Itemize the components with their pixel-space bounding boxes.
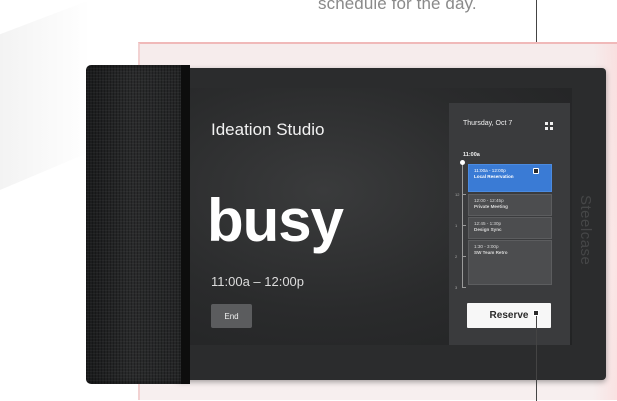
event-title: SW Team Retro [474, 250, 508, 255]
annotation-marker-bottom [533, 310, 539, 316]
fabric-side-panel [86, 65, 190, 384]
timeline-tick [462, 225, 466, 226]
event-title: Private Meeting [474, 204, 508, 209]
event-private-meeting[interactable]: 12:00 - 12:45p Private Meeting [468, 194, 552, 216]
room-name: Ideation Studio [211, 120, 325, 139]
current-meeting-time: 11:00a – 12:00p [211, 274, 305, 289]
timeline-tick-label: 1 [455, 223, 458, 228]
timeline-tick-label: 2 [455, 254, 458, 259]
annotation-caption: schedule for the day. [318, 0, 477, 13]
annotation-marker-top [533, 168, 539, 174]
event-local-reservation[interactable]: 11:00a - 12:00p Local Reservation [468, 164, 552, 192]
grid-icon[interactable] [545, 122, 553, 130]
annotation-leader-line-bottom [536, 312, 537, 401]
event-title: Design Sync [474, 227, 502, 232]
brand-label: Steelcase [577, 195, 594, 266]
fabric-panel-edge [181, 65, 190, 384]
event-title: Local Reservation [474, 174, 514, 179]
timeline-tick-label: 12 [455, 192, 460, 197]
timeline-tick [462, 256, 466, 257]
event-sw-team-retro[interactable]: 1:30 - 3:00p SW Team Retro [468, 240, 552, 285]
current-time-label: 11:00a [463, 152, 480, 158]
timeline-tick-label: 3 [455, 285, 458, 290]
timeline-tick [462, 287, 466, 288]
room-status: busy [207, 187, 344, 254]
background-wall-panel [0, 0, 90, 190]
end-meeting-button[interactable]: End [211, 304, 252, 328]
schedule-date: Thursday, Oct 7 [463, 120, 513, 127]
current-time-marker [460, 160, 465, 165]
event-design-sync[interactable]: 12:45 - 1:30p Design Sync [468, 217, 552, 239]
timeline-tick [462, 194, 466, 195]
